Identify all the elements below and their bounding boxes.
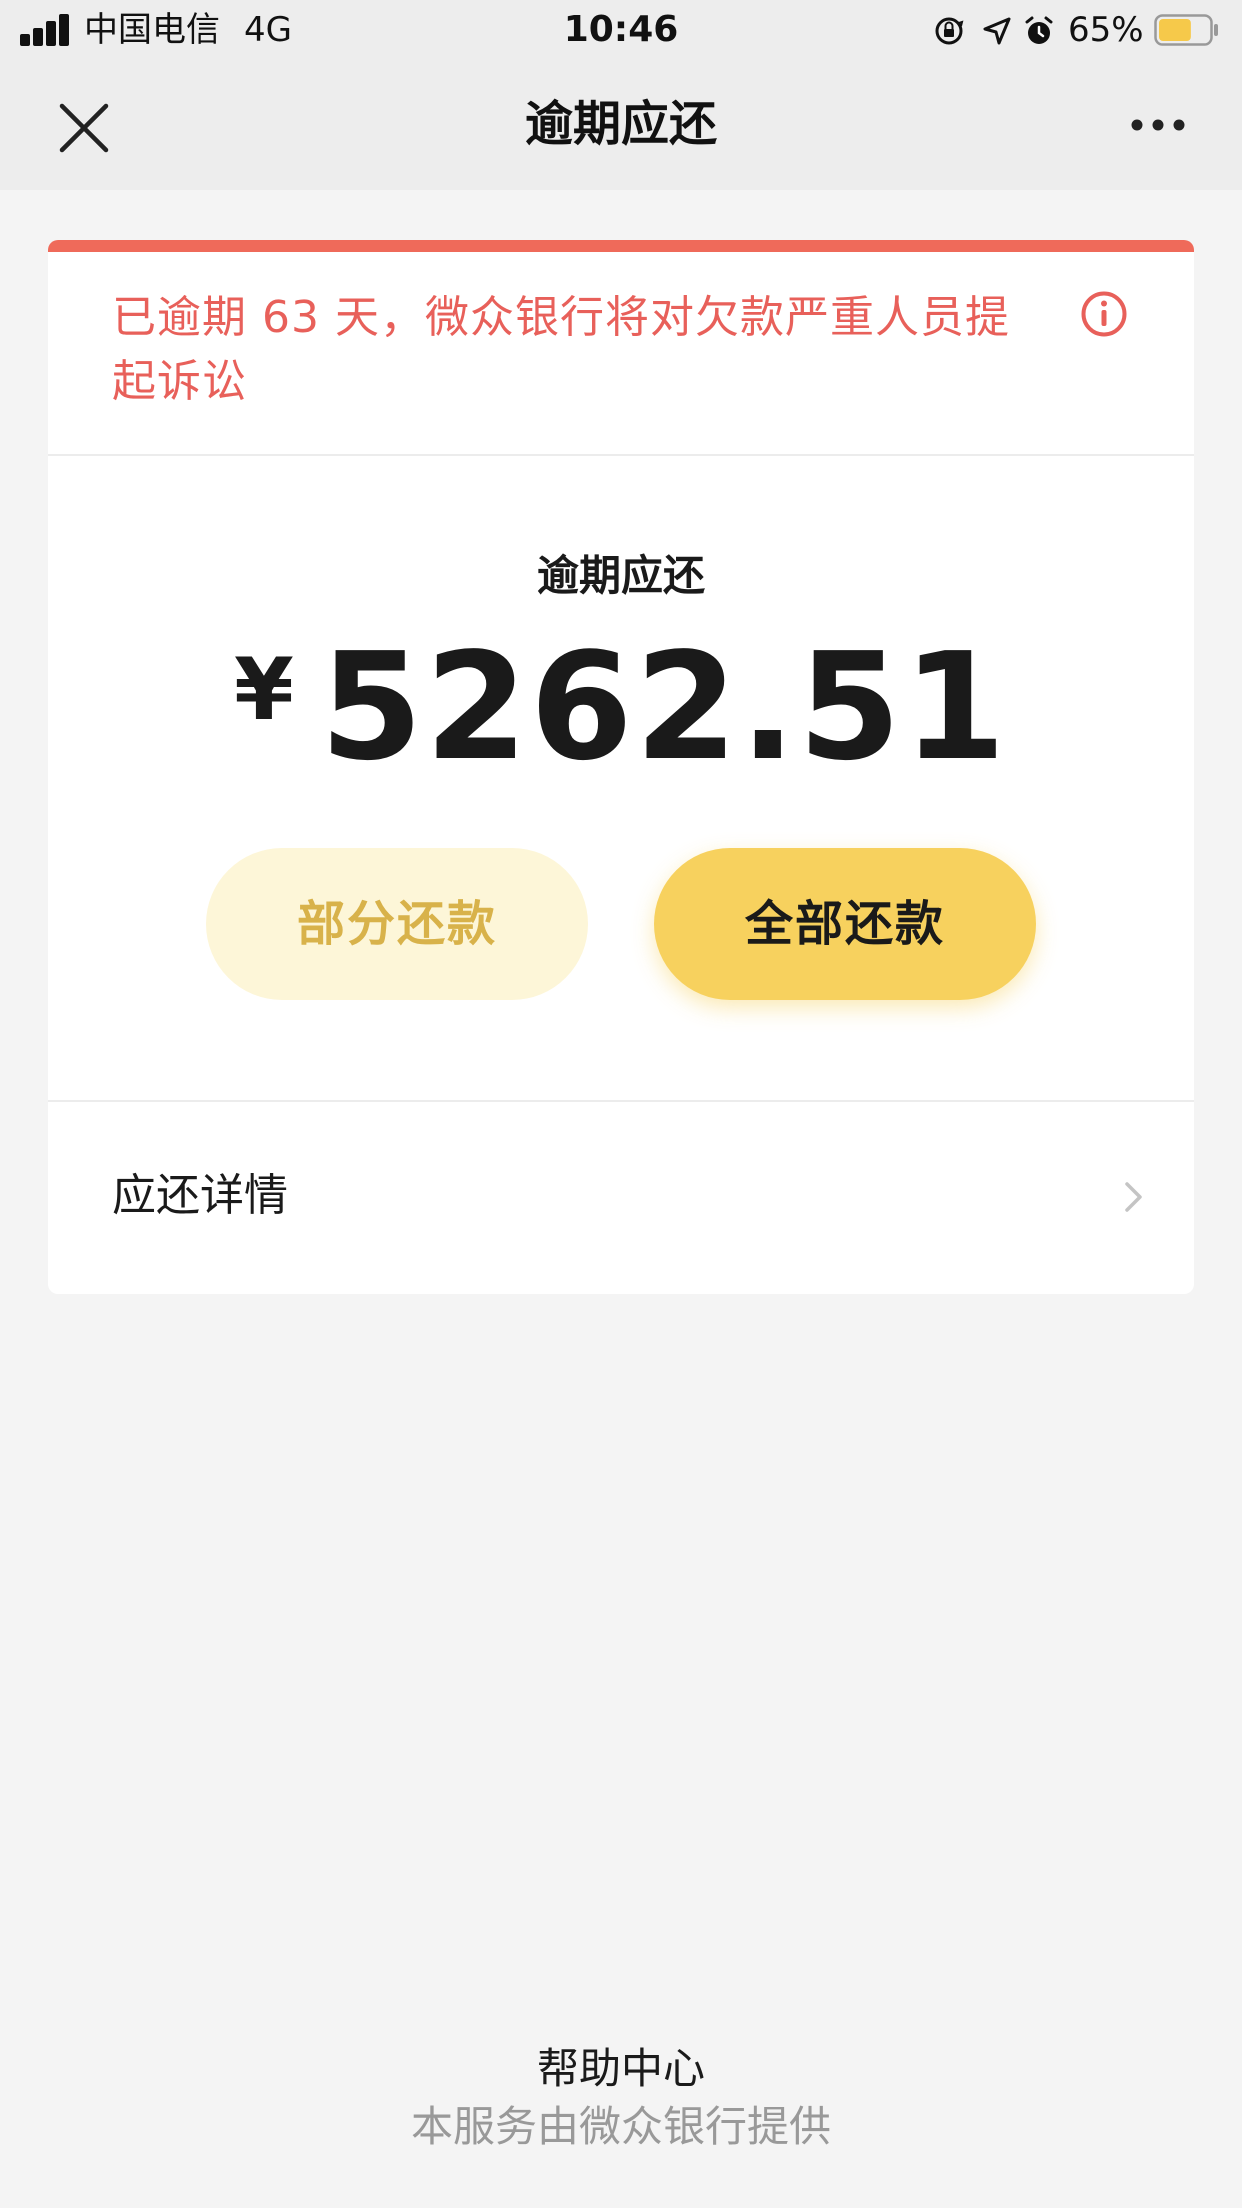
currency-symbol: ¥: [234, 640, 294, 740]
amount-value: 5262.51: [319, 621, 1008, 793]
navigation-bar: 逾期应还: [0, 62, 1242, 190]
repayment-details-label: 应还详情: [112, 1170, 288, 1221]
repayment-details-row[interactable]: 应还详情: [48, 1102, 1194, 1294]
more-icon[interactable]: [1130, 118, 1186, 132]
partial-repayment-button[interactable]: 部分还款: [206, 848, 588, 1000]
battery-percent: 65%: [1068, 10, 1144, 50]
info-icon[interactable]: [1080, 290, 1128, 338]
service-provider-text: 本服务由微众银行提供: [410, 2102, 831, 2151]
amount-display: ¥5262.51: [48, 632, 1194, 782]
overdue-notice: 已逾期 63 天，微众银行将对欠款严重人员提起诉讼: [112, 292, 1010, 407]
full-repayment-button[interactable]: 全部还款: [654, 848, 1036, 1000]
location-icon: [983, 17, 1011, 45]
status-bar: 中国电信 4G 10:46 65%: [0, 0, 1242, 62]
orientation-lock-icon: [935, 17, 964, 45]
alert-top-border: [48, 240, 1194, 252]
repayment-card: 已逾期 63 天，微众银行将对欠款严重人员提起诉讼 逾期应还 ¥5262.51 …: [48, 240, 1194, 1294]
battery-icon: [1154, 14, 1218, 46]
alarm-icon: [1025, 16, 1053, 44]
amount-label: 逾期应还: [536, 551, 705, 600]
chevron-right-icon: [1125, 1182, 1142, 1212]
notice-divider: [48, 454, 1194, 456]
page-title: 逾期应还: [524, 96, 717, 152]
help-center-link[interactable]: 帮助中心: [0, 2040, 1242, 2098]
